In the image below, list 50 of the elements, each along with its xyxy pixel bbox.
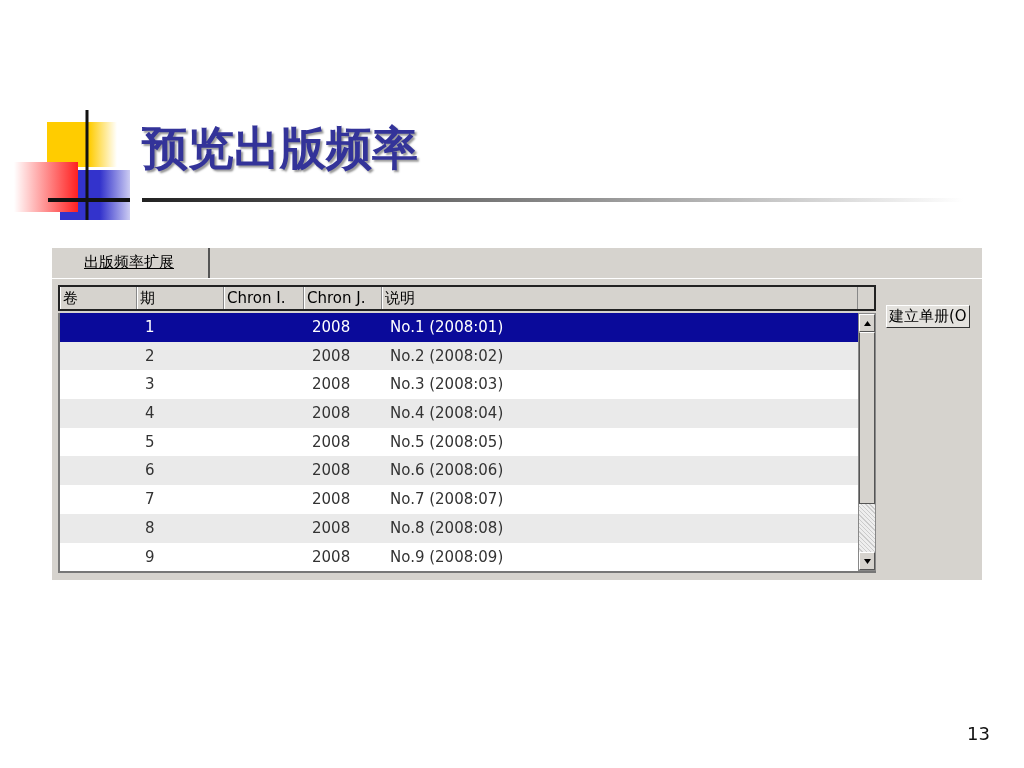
table-cell: No.2 (2008:02): [390, 346, 504, 365]
table-cell: 2008: [312, 547, 351, 566]
table-cell: 9: [145, 547, 155, 566]
scroll-down-button[interactable]: [859, 552, 875, 571]
slide-title: 预览出版频率: [142, 120, 419, 177]
table-cell: No.4 (2008:04): [390, 404, 504, 423]
table-cell: No.1 (2008:01): [390, 318, 504, 336]
table-row[interactable]: 6 2008 No.6 (2008:06): [60, 456, 858, 486]
table-row[interactable]: 9 2008 No.9 (2008:09): [60, 542, 858, 572]
table-row[interactable]: 5 2008 No.5 (2008:05): [60, 427, 858, 457]
table-cell: No.5 (2008:05): [390, 432, 504, 451]
table-cell: 2008: [312, 404, 351, 423]
table-row[interactable]: 2 2008 No.2 (2008:02): [60, 341, 858, 371]
table-cell: 2008: [312, 346, 351, 365]
scroll-up-button[interactable]: [859, 314, 875, 332]
table-cell: 2008: [312, 518, 351, 537]
table-cell: 6: [145, 461, 155, 480]
table-row[interactable]: 4 2008 No.4 (2008:04): [60, 399, 858, 428]
table-row[interactable]: 8 2008 No.8 (2008:08): [60, 513, 858, 543]
table-cell: 2008: [312, 375, 351, 394]
table-cell: 2008: [312, 461, 351, 480]
column-header[interactable]: 说明: [382, 287, 858, 309]
column-header[interactable]: Chron J.: [304, 287, 382, 309]
table-row[interactable]: 3 2008 No.3 (2008:03): [60, 370, 858, 400]
table-row[interactable]: 7 2008 No.7 (2008:07): [60, 485, 858, 514]
column-header[interactable]: 期: [137, 287, 224, 309]
table-row[interactable]: 1 2008 No.1 (2008:01): [60, 313, 858, 342]
table-cell: 8: [145, 518, 155, 537]
table-cell: 2008: [312, 432, 351, 451]
down-arrow-icon: [863, 558, 871, 564]
table-cell: No.8 (2008:08): [390, 518, 504, 537]
table-cell: No.3 (2008:03): [390, 375, 504, 394]
table-cell: 5: [145, 432, 155, 451]
table-cell: No.7 (2008:07): [390, 490, 504, 509]
column-header[interactable]: 卷: [60, 287, 137, 309]
column-header[interactable]: Chron I.: [224, 287, 304, 309]
table-cell: 2008: [312, 318, 351, 336]
table-cell: 3: [145, 375, 155, 394]
table-cell: No.9 (2008:09): [390, 547, 504, 566]
up-arrow-icon: [863, 320, 871, 326]
table-cell: 7: [145, 490, 155, 509]
page-number: 13: [967, 723, 990, 744]
table-cell: 2: [145, 346, 155, 365]
scroll-thumb[interactable]: [859, 332, 875, 504]
table-cell: 2008: [312, 490, 351, 509]
create-item-button[interactable]: 建立单册(O: [886, 305, 970, 328]
table-cell: 4: [145, 404, 155, 423]
table-cell: 1: [145, 318, 155, 336]
scrollbar[interactable]: [858, 313, 876, 572]
table-cell: No.6 (2008:06): [390, 461, 504, 480]
